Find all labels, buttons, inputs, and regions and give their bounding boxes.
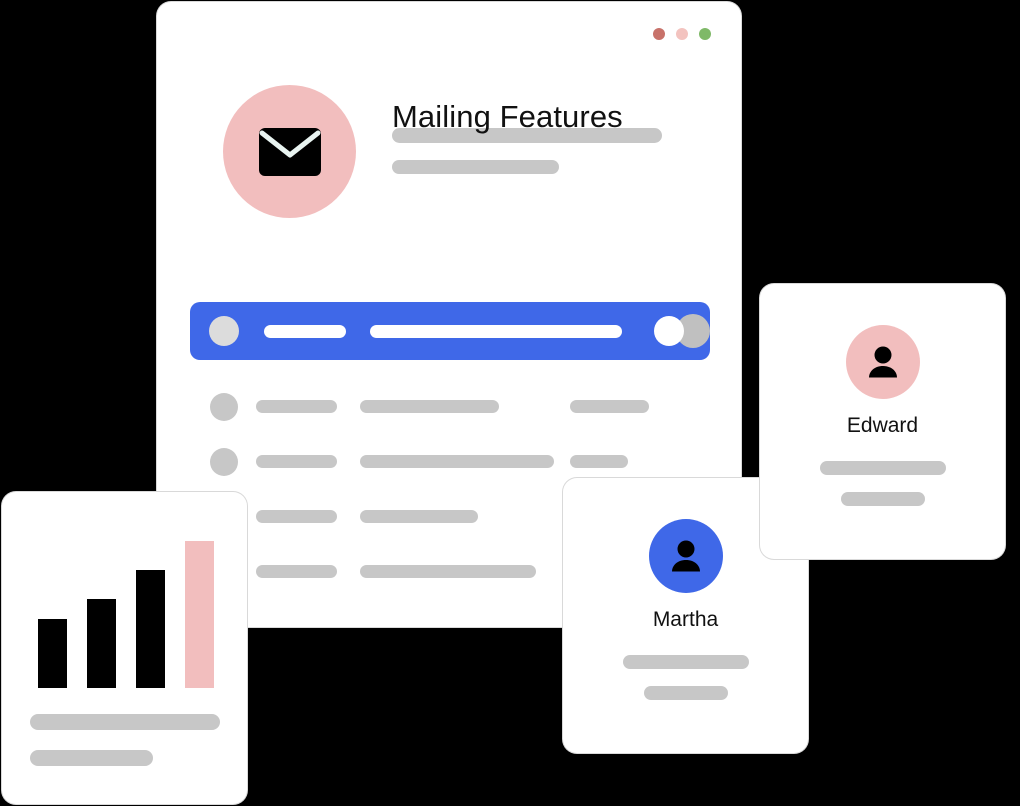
mail-avatar: [223, 85, 356, 218]
window-header: Mailing Features: [223, 85, 664, 218]
close-dot[interactable]: [653, 28, 665, 40]
person-placeholder-line: [643, 686, 728, 700]
person-placeholder-lines: [563, 655, 808, 700]
toggle-knob: [654, 316, 684, 346]
row-placeholder-bar: [570, 400, 649, 413]
avatar: [845, 325, 920, 399]
avatar: [648, 519, 723, 593]
row-placeholder-bar: [256, 400, 337, 413]
person-name: Edward: [846, 414, 919, 437]
minimize-dot[interactable]: [676, 28, 688, 40]
chart-bar: [38, 619, 67, 688]
person-icon: [671, 540, 700, 572]
row-avatar-circle: [210, 393, 238, 421]
chart-card: [2, 492, 247, 804]
person-icon: [868, 346, 897, 378]
illustration-canvas: Mailing Features Martha Edward: [0, 0, 1020, 806]
chart-placeholder-line: [30, 714, 220, 730]
chart-bar: [185, 541, 214, 688]
person-name: Martha: [652, 608, 719, 631]
highlighted-list-row[interactable]: [190, 302, 710, 360]
person-placeholder-lines: [760, 461, 1005, 506]
person-card-edward: Edward: [760, 284, 1005, 559]
row-toggle[interactable]: [654, 314, 710, 348]
row-placeholder-bar: [360, 510, 478, 523]
row-avatar-circle: [210, 448, 238, 476]
row-avatar-circle: [209, 316, 239, 346]
chart-bar: [87, 599, 116, 688]
window-header-text: Mailing Features: [392, 85, 664, 174]
table-row[interactable]: [190, 385, 710, 440]
row-placeholder-bar: [360, 565, 536, 578]
chart-placeholder-line: [30, 750, 153, 766]
maximize-dot[interactable]: [699, 28, 711, 40]
chart-bar: [136, 570, 165, 688]
person-placeholder-line: [819, 461, 946, 475]
row-label-bar: [264, 324, 346, 338]
person-placeholder-line: [840, 492, 925, 506]
header-placeholder-line-2: [392, 160, 559, 174]
person-placeholder-line: [622, 655, 749, 669]
window-controls: [653, 28, 711, 40]
row-placeholder-bar: [256, 565, 337, 578]
row-detail-bar: [370, 324, 622, 338]
chart-placeholder-lines: [30, 714, 220, 766]
envelope-icon: [258, 127, 321, 176]
row-placeholder-bar: [256, 455, 337, 468]
row-placeholder-bar: [256, 510, 337, 523]
row-placeholder-bar: [360, 455, 554, 468]
bar-chart: [38, 532, 214, 688]
row-placeholder-bar: [360, 400, 499, 413]
row-placeholder-bar: [570, 455, 628, 468]
